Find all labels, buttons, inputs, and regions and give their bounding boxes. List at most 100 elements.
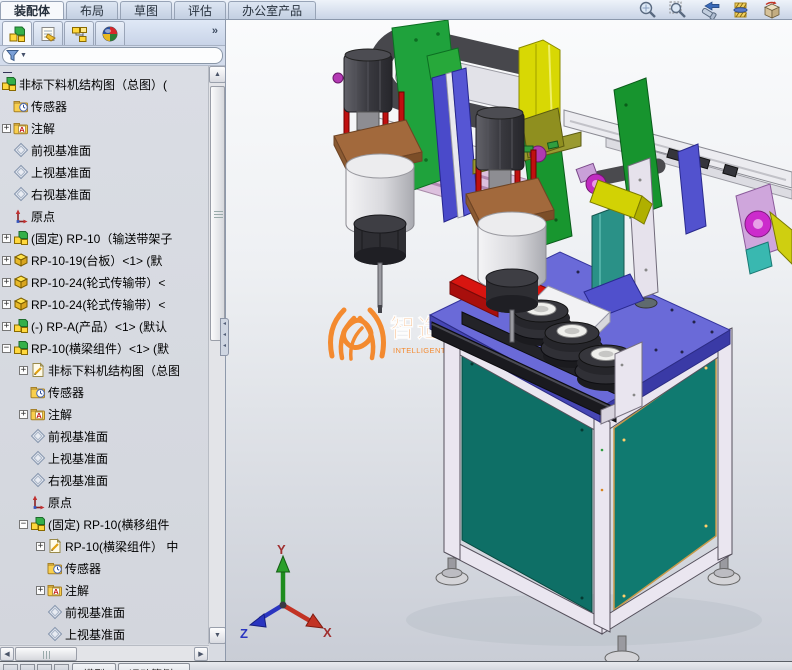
tree-item[interactable]: 传感器 <box>0 95 208 117</box>
tree-item[interactable]: 传感器 <box>0 381 208 403</box>
commandmanager-tab[interactable]: 装配体 <box>0 1 64 19</box>
displaymanager-tab[interactable] <box>95 21 125 45</box>
watermark-logo-icon <box>331 310 384 359</box>
triad-z-label: Z <box>240 626 248 641</box>
expander-toggle[interactable]: + <box>19 410 28 419</box>
tree-item[interactable]: + RP-10-24(轮式传输带）< <box>0 271 208 293</box>
tree-item[interactable]: +(固定) RP-10（输送带架子 <box>0 227 208 249</box>
expander-toggle[interactable]: − <box>2 344 11 353</box>
expander-toggle[interactable]: + <box>2 124 11 133</box>
scroll-down-icon[interactable]: ▼ <box>209 627 225 644</box>
filter-funnel-icon[interactable] <box>6 49 19 62</box>
tree-item[interactable]: +A注解 <box>0 403 208 425</box>
panel-splitter[interactable]: ◂◂◂ <box>220 318 229 356</box>
plane-icon <box>13 142 29 158</box>
tree-item[interactable]: 传感器 <box>0 557 208 579</box>
tree-item-label: RP-10-24(轮式传输带）< <box>31 296 165 313</box>
tree-item[interactable]: +A注解 <box>0 117 208 139</box>
tree-item-label: RP-10-24(轮式传输带）< <box>31 274 165 291</box>
commandmanager-tab[interactable]: 办公室产品 <box>228 1 316 19</box>
zoom-area-icon[interactable] <box>667 1 691 19</box>
tree-item-label: 右视基准面 <box>31 186 91 203</box>
tree-item[interactable]: 上视基准面 <box>0 447 208 469</box>
section-view-icon[interactable] <box>729 1 753 19</box>
tree-item[interactable]: 右视基准面 <box>0 469 208 491</box>
window-button[interactable] <box>37 664 52 670</box>
window-button[interactable] <box>20 664 35 670</box>
tree-item-label: RP-10-19(台板）<1> (默 <box>31 252 162 269</box>
expander-toggle[interactable]: + <box>2 300 11 309</box>
tree-item[interactable]: + RP-10(横梁组件） 中 <box>0 535 208 557</box>
tree-item-label: 原点 <box>48 494 72 511</box>
tree-item[interactable]: + RP-10-24(轮式传输带）< <box>0 293 208 315</box>
filter-dropdown-icon[interactable]: ▼ <box>20 52 27 59</box>
scroll-right-icon[interactable]: ▶ <box>194 647 208 661</box>
part-icon <box>13 274 29 290</box>
window-button[interactable] <box>3 664 18 670</box>
machine-3d-model[interactable]: 智造资料网 INTELLIGENT MANUFACTURING DATA <box>226 20 792 663</box>
tree-item[interactable]: 右视基准面 <box>0 183 208 205</box>
tree-item-label: 传感器 <box>48 384 84 401</box>
tree-item[interactable]: 非标下料机结构图（总图）( <box>0 73 208 95</box>
expander-toggle[interactable]: + <box>2 256 11 265</box>
tree-item[interactable]: 上视基准面 <box>0 623 208 644</box>
expander-toggle[interactable]: + <box>36 586 45 595</box>
expander-toggle[interactable]: + <box>2 322 11 331</box>
expander-toggle[interactable]: − <box>19 520 28 529</box>
manager-tabs-overflow[interactable]: » <box>212 25 217 37</box>
expander-toggle[interactable]: + <box>36 542 45 551</box>
part-icon <box>13 252 29 268</box>
annotations-folder-icon: A <box>30 406 46 422</box>
graphics-area[interactable]: 智造资料网 INTELLIGENT MANUFACTURING DATA <box>226 20 792 663</box>
right-end-drive[interactable] <box>736 184 792 274</box>
expander-toggle[interactable]: + <box>2 234 11 243</box>
commandmanager-tab[interactable]: 布局 <box>66 1 118 19</box>
origin-icon <box>30 494 46 510</box>
assembly-icon <box>30 516 46 532</box>
expander-toggle[interactable]: + <box>19 366 28 375</box>
assembly-icon <box>13 318 29 334</box>
tree-item[interactable]: 前视基准面 <box>0 425 208 447</box>
zoom-fit-icon[interactable] <box>636 1 660 19</box>
tree-item[interactable]: +A注解 <box>0 579 208 601</box>
document-tab[interactable]: 运动算例1 <box>118 663 190 670</box>
svg-text:A: A <box>19 125 25 134</box>
tree-item[interactable]: 上视基准面 <box>0 161 208 183</box>
tree-filter-input[interactable] <box>27 49 197 63</box>
scroll-up-icon[interactable]: ▲ <box>209 66 225 83</box>
previous-view-icon[interactable] <box>698 1 722 19</box>
scroll-left-icon[interactable]: ◀ <box>0 647 14 661</box>
tree-horizontal-scrollbar[interactable]: ◀ ▶ <box>0 645 209 661</box>
tree-item[interactable]: 前视基准面 <box>0 601 208 623</box>
featuremanager-tab[interactable] <box>2 21 32 45</box>
origin-icon <box>13 208 29 224</box>
tree-item-label: RP-10(横梁组件） 中 <box>65 538 178 555</box>
commandmanager-tab[interactable]: 草图 <box>120 1 172 19</box>
tree-item-label: (-) RP-A(产品）<1> (默认 <box>31 318 167 335</box>
tree-item-label: 上视基准面 <box>31 164 91 181</box>
tree-item[interactable]: + RP-10-19(台板）<1> (默 <box>0 249 208 271</box>
tree-item-label: 传感器 <box>31 98 67 115</box>
scrollbar-thumb[interactable] <box>15 647 77 661</box>
document-tab[interactable]: 模型 <box>72 663 116 670</box>
tree-item[interactable]: 前视基准面 <box>0 139 208 161</box>
expander-toggle[interactable]: + <box>2 278 11 287</box>
tree-item-label: (固定) RP-10(横移组件 <box>48 516 169 533</box>
propertymanager-tab[interactable] <box>33 21 63 45</box>
scrollbar-thumb[interactable] <box>210 86 225 341</box>
tree-item-label: 前视基准面 <box>31 142 91 159</box>
tree-item[interactable]: 原点 <box>0 491 208 513</box>
configurationmanager-tab[interactable] <box>64 21 94 45</box>
tree-item[interactable]: − (固定) RP-10(横移组件 <box>0 513 208 535</box>
tree-item[interactable]: −RP-10(横梁组件）<1> (默 <box>0 337 208 359</box>
window-button[interactable] <box>54 664 69 670</box>
tree-item-label: 上视基准面 <box>65 626 125 643</box>
assembly-icon <box>13 340 29 356</box>
yellow-motor[interactable] <box>519 40 564 162</box>
plane-icon <box>47 626 63 642</box>
tree-item[interactable]: + (-) RP-A(产品）<1> (默认 <box>0 315 208 337</box>
tree-item[interactable]: +非标下料机结构图（总图 <box>0 359 208 381</box>
commandmanager-tab[interactable]: 评估 <box>174 1 226 19</box>
view-orientation-icon[interactable] <box>760 1 784 19</box>
tree-item[interactable]: 原点 <box>0 205 208 227</box>
